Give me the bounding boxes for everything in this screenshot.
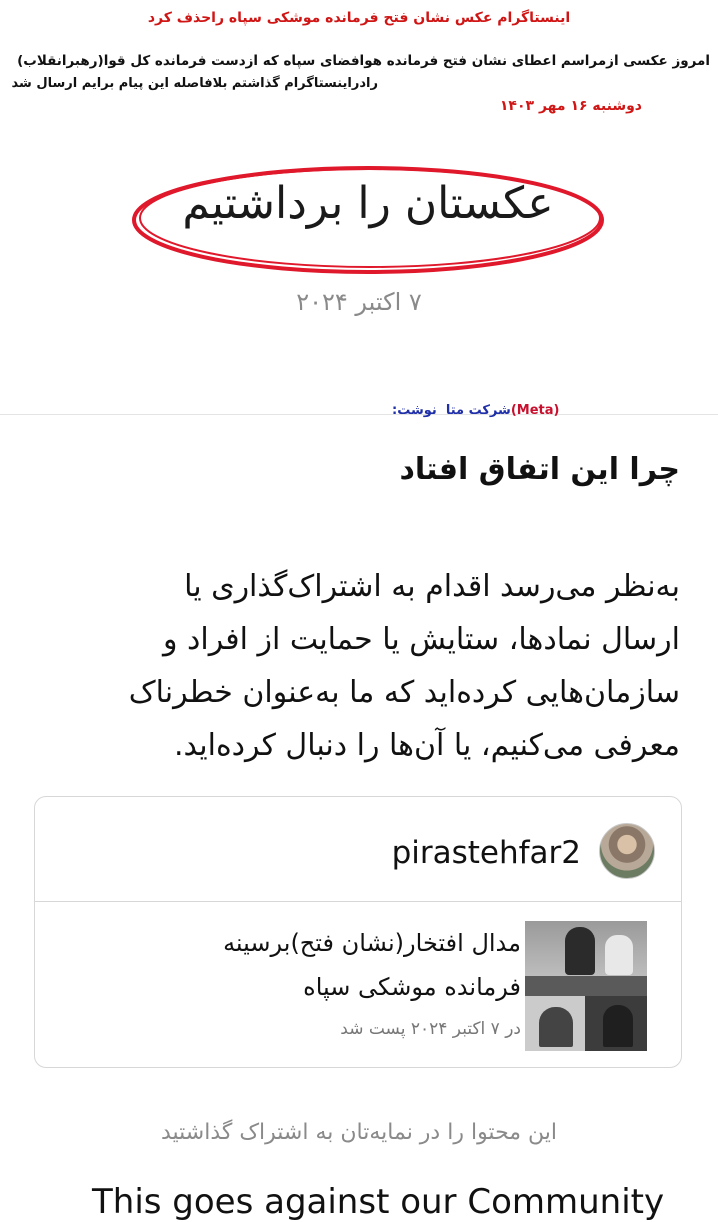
notice-date: ۷ اکتبر ۲۰۲۴ (296, 288, 422, 316)
notice-heading: عکستان را برداشتیم (182, 178, 554, 229)
annotation-title: اینستاگرام عکس نشان فتح فرمانده موشکی سپ… (147, 10, 571, 26)
shared-on-profile-note: این محتوا را در نمایه‌تان به اشتراک گذاش… (160, 1120, 558, 1145)
post-caption-line1: مدال افتخار(نشان فتح)برسینه (223, 929, 521, 957)
avatar-icon[interactable] (599, 823, 655, 879)
removed-post-card[interactable]: pirastehfar2 مدال افتخار(نشان فتح)برسینه… (34, 796, 682, 1068)
notice-body: به‌نظر می‌رسد اقدام به اشتراک‌گذاری یا ا… (40, 560, 680, 772)
notice-body-line: سازمان‌هایی کرده‌اید که ما به‌عنوان خطرن… (128, 675, 680, 710)
annotation-description-line1: امروز عکسی ازمراسم اعطای نشان فتح فرماند… (17, 53, 710, 69)
notice-body-line: ارسال نمادها، ستایش یا حمایت از افراد و (163, 622, 680, 657)
community-guidelines-text: This goes against our Community (92, 1182, 665, 1222)
post-thumbnail-icon[interactable] (525, 921, 647, 1051)
why-heading: چرا این اتفاق افتاد (399, 452, 680, 487)
card-divider (35, 901, 681, 902)
meta-label: (Meta)شرکت متا نوشت: (392, 403, 559, 418)
post-username[interactable]: pirastehfar2 (392, 835, 581, 871)
meta-label-brand: (Meta) (510, 403, 560, 418)
annotation-description-line2: رادراینستاگرام گذاشتم بلافاصله این پیام … (11, 76, 379, 91)
section-divider (0, 414, 718, 415)
annotation-date: دوشنبه ۱۶ مهر ۱۴۰۳ (499, 98, 642, 114)
post-caption-line2: فرمانده موشکی سپاه (303, 973, 521, 1001)
notice-body-line: به‌نظر می‌رسد اقدام به اشتراک‌گذاری یا (184, 569, 680, 604)
post-date: در ۷ اکتبر ۲۰۲۴ پست شد (340, 1019, 521, 1039)
notice-body-line: معرفی می‌کنیم، یا آن‌ها را دنبال کرده‌ای… (174, 728, 680, 763)
meta-label-wrote: نوشت: (392, 403, 437, 418)
meta-label-company: شرکت متا (445, 403, 511, 418)
